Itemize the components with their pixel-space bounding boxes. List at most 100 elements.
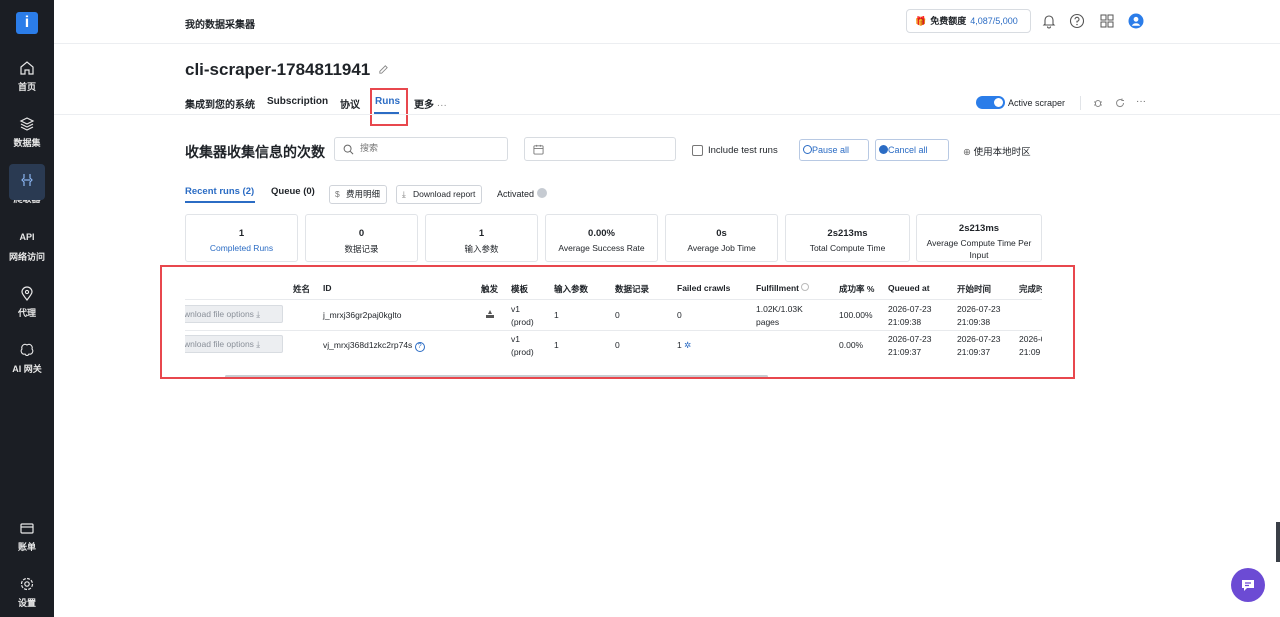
dollar-icon: $ [335, 189, 340, 199]
tab-subscription[interactable]: Subscription [267, 96, 328, 107]
edit-icon[interactable] [378, 64, 389, 75]
sidebar-item-proxy[interactable]: 代理 [0, 286, 54, 319]
sidebar-item-label: AI 网关 [12, 364, 42, 374]
sidebar-item-billing[interactable]: 账单 [0, 520, 54, 553]
stat-label: Average Job Time [687, 243, 756, 253]
cancel-all-button[interactable]: Cancel all [875, 139, 949, 161]
local-timezone-toggle[interactable]: ⊕ 使用本地时区 [963, 144, 1031, 158]
sidebar-item-datasets[interactable]: 数据集 [0, 116, 54, 149]
stat-value: 0 [358, 228, 365, 239]
divider [1080, 96, 1081, 110]
gear-icon [20, 577, 34, 591]
scraper-icon [21, 174, 33, 186]
runs-section-title: 收集器收集信息的次数 [185, 144, 325, 160]
search-box[interactable] [334, 137, 508, 161]
sidebar: i 首页 数据集 爬取器 API 网络访问 代理 AI 网关 账单 设置 [0, 0, 54, 617]
active-scraper-toggle[interactable] [976, 96, 1005, 109]
stat-value: 2s213ms [958, 223, 1000, 234]
include-test-runs-label: Include test runs [708, 145, 778, 156]
stat-label: Total Compute Time [809, 243, 886, 253]
more-options-icon[interactable]: ··· [1136, 96, 1146, 107]
help-icon[interactable] [1069, 13, 1085, 29]
date-picker[interactable] [524, 137, 676, 161]
calendar-icon [533, 144, 544, 155]
pause-icon [803, 145, 812, 154]
pause-all-button[interactable]: Pause all [799, 139, 869, 161]
stat-completed-runs[interactable]: 1 Completed Runs [185, 214, 298, 262]
app-title: 我的数据采集器 [185, 20, 255, 31]
stat-success-rate: 0.00% Average Success Rate [545, 214, 658, 262]
sidebar-item-label: 首页 [17, 82, 36, 92]
quota-value: 4,087/5,000 [970, 16, 1018, 26]
apps-grid-icon[interactable] [1099, 13, 1115, 29]
bug-icon[interactable] [1093, 98, 1103, 108]
download-report-label: Download report [413, 189, 476, 199]
stat-value: 1 [238, 228, 245, 239]
sidebar-item-scrapers[interactable]: 爬取器 [0, 164, 54, 205]
sidebar-item-ai-gateway[interactable]: AI 网关 [0, 342, 54, 375]
stat-label: 输入参数 [464, 244, 499, 254]
include-test-runs-checkbox[interactable] [692, 145, 703, 156]
highlight-runs-table [160, 265, 1075, 379]
active-subtab-indicator [185, 201, 255, 203]
timezone-label: 使用本地时区 [973, 147, 1031, 158]
download-report-button[interactable]: ⤓ Download report [396, 185, 483, 204]
search-icon [343, 144, 354, 155]
tab-queue[interactable]: Queue (0) [271, 186, 315, 197]
more-dots-icon: ··· [436, 100, 447, 111]
top-bar: 我的数据采集器 🎁 免费额度 4,087/5,000 [54, 0, 1280, 44]
stat-value: 1 [478, 228, 485, 239]
layers-icon [19, 117, 35, 131]
api-icon: API [19, 232, 35, 242]
app-logo[interactable]: i [16, 12, 38, 34]
stat-job-time: 0s Average Job Time [665, 214, 778, 262]
card-icon [20, 523, 34, 534]
cost-details-button[interactable]: $ 费用明细 [329, 185, 388, 204]
stat-value: 0s [716, 228, 727, 239]
tab-more[interactable]: 更多 ··· [414, 96, 447, 111]
sidebar-item-settings[interactable]: 设置 [0, 576, 54, 609]
stat-avg-compute: 2s213ms Average Compute Time Per Input [916, 214, 1042, 262]
chat-icon [1242, 580, 1254, 591]
stat-label: 数据记录 [344, 244, 379, 254]
search-input[interactable] [360, 143, 500, 153]
sidebar-item-web-access[interactable]: API 网络访问 [0, 231, 54, 263]
user-avatar-icon[interactable] [1128, 13, 1144, 29]
globe-icon: ⊕ [963, 147, 971, 158]
stat-inputs: 1 输入参数 [425, 214, 538, 262]
stat-label: Average Success Rate [558, 243, 645, 253]
page-title: cli-scraper-1784811941 [185, 60, 371, 79]
stat-value: 2s213ms [827, 228, 868, 239]
check-circle-icon [536, 188, 547, 198]
divider [54, 114, 1280, 115]
ai-brain-icon [20, 343, 34, 357]
sidebar-item-label: 代理 [17, 308, 36, 318]
activated-status: Activated [497, 188, 547, 199]
sidebar-item-label: 数据集 [13, 138, 41, 148]
pause-all-label: Pause all [812, 145, 850, 155]
tab-integration[interactable]: 集成到您的系统 [185, 96, 255, 111]
sidebar-item-label: 账单 [17, 542, 36, 552]
sidebar-item-label: 网络访问 [8, 252, 45, 262]
cost-details-label: 费用明细 [346, 189, 381, 199]
highlight-runs-tab [370, 88, 408, 126]
stat-records: 0 数据记录 [305, 214, 418, 262]
sidebar-item-home[interactable]: 首页 [0, 60, 54, 93]
tab-recent-runs[interactable]: Recent runs (2) [185, 186, 254, 197]
tab-protocol[interactable]: 协议 [340, 96, 360, 111]
stat-label: Average Compute Time Per Input [926, 238, 1032, 260]
cancel-icon [879, 145, 888, 154]
free-quota-badge[interactable]: 🎁 免费额度 4,087/5,000 [906, 9, 1031, 33]
tab-more-label: 更多 [414, 100, 434, 111]
cancel-all-label: Cancel all [888, 145, 928, 155]
refresh-icon[interactable] [1115, 98, 1125, 108]
home-icon [20, 61, 34, 75]
bell-icon[interactable] [1041, 13, 1057, 29]
activated-label: Activated [497, 189, 535, 199]
stat-label: Completed Runs [209, 243, 274, 253]
sidebar-item-label: 设置 [17, 598, 36, 608]
stat-value: 0.00% [588, 228, 615, 239]
chat-support-button[interactable] [1231, 568, 1265, 602]
download-icon: ⤓ [402, 189, 406, 199]
side-scroll-handle[interactable] [1276, 522, 1280, 562]
